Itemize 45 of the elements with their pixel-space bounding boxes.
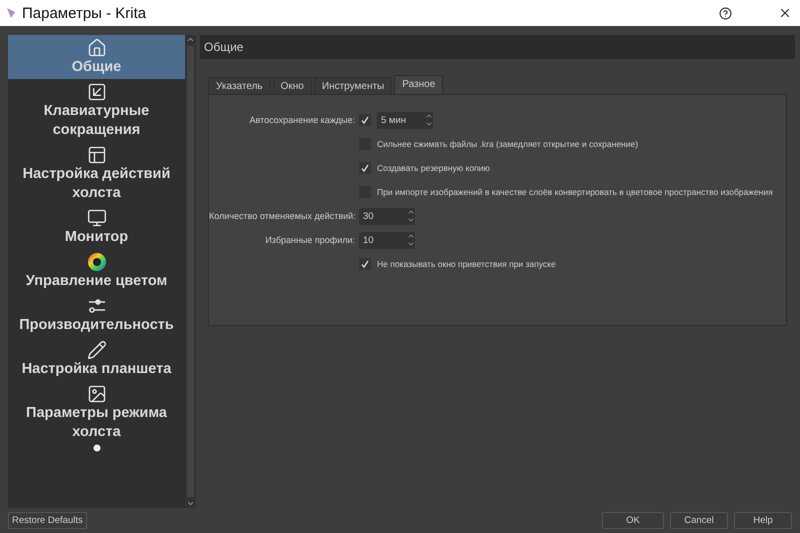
sidebar-item[interactable]: Монитор [8,205,185,249]
scroll-up-icon[interactable] [186,35,195,44]
help-button[interactable]: Help [734,512,792,529]
cancel-button[interactable]: Cancel [670,512,728,529]
spin-box[interactable]: 5 мин [377,112,433,128]
scrollbar[interactable] [185,35,196,508]
setting-label: Автосохранение каждые: [248,115,356,125]
checkbox[interactable] [359,258,371,270]
checkbox-label: Создавать резервную копию [377,163,490,173]
setting-label: Избранные профили: [264,235,356,245]
close-icon[interactable] [778,6,792,20]
app-logo-icon [6,7,16,19]
image-icon [86,384,106,404]
checkbox-label: При импорте изображений в качестве слоёв конвертировать в цветовое пространство изображения [377,187,773,197]
checkbox[interactable] [359,162,371,174]
checkbox[interactable] [359,114,371,126]
sidebar-item[interactable]: Настройка планшета [8,337,185,381]
tab[interactable]: Инструменты [314,77,392,94]
checkbox-label: Сильнее сжимать файлы .kra (замедляет открытие и сохранение) [377,139,638,149]
restore-defaults-button[interactable]: Restore Defaults [8,512,87,529]
checkbox-label: Не показывать окно приветствия при запуске [377,259,556,269]
tab[interactable]: Разное [394,75,444,94]
monitor-icon [86,208,106,228]
sidebar-item[interactable]: Параметры режима холста [8,381,185,444]
setting-label: Количество отменяемых действий: [209,211,357,221]
sidebar-item[interactable]: Управление цветом [8,249,185,293]
pencil-icon [86,340,106,360]
ok-button[interactable]: OK [602,512,664,529]
spin-box[interactable]: 30 [359,208,415,224]
help-icon[interactable] [719,6,732,20]
spin-box[interactable]: 10 [359,232,415,248]
sidebar-item[interactable]: Настройка действий холста [8,142,185,205]
arrow-square-icon [86,82,106,102]
home-icon [86,38,106,58]
sidebar-item[interactable]: Производительность [8,293,185,337]
sidebar-item[interactable]: Общие [8,35,185,79]
list-panel-icon [86,145,106,165]
page-title: Общие [204,40,244,54]
window-title: Параметры - Krita [22,4,148,22]
tab[interactable]: Окно [272,77,312,94]
tab[interactable]: Указатель [208,77,271,94]
sidebar-item[interactable]: Клавиатурные сокращения [8,79,185,142]
color-wheel-icon [86,252,106,272]
scroll-down-icon[interactable] [186,499,195,508]
dot-icon [92,444,100,452]
